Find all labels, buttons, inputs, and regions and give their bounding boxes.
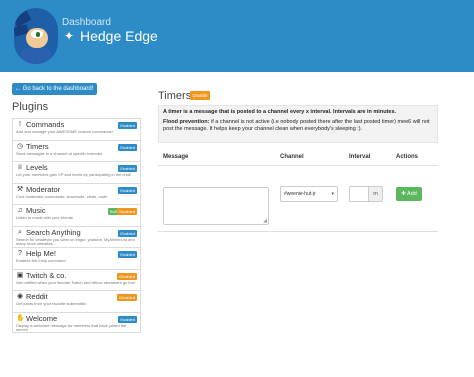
plugin-name: Timers bbox=[26, 141, 49, 151]
search-icon: ⌕ bbox=[18, 228, 22, 236]
plugin-item[interactable]: ◷ Timers Enabled Send messages in a channel… bbox=[12, 139, 141, 161]
avatar bbox=[14, 8, 58, 64]
music-icon: ♫ bbox=[17, 207, 23, 214]
status-badge: Enabled bbox=[118, 143, 137, 151]
puzzle-icon: ✦ bbox=[63, 29, 75, 43]
plugin-name: Reddit bbox=[26, 292, 48, 301]
plugin-name: Search Anything bbox=[26, 227, 81, 237]
interval-input[interactable] bbox=[349, 186, 369, 202]
plugin-name: Commands bbox=[26, 120, 65, 129]
row-divider bbox=[158, 231, 438, 232]
reddit-icon: ◉ bbox=[16, 293, 24, 300]
plugins-heading: Plugins bbox=[12, 101, 49, 113]
plugin-description: Get posts from your favorite subreddits! bbox=[16, 302, 87, 306]
resize-grip-icon[interactable]: ◢ bbox=[263, 219, 267, 224]
header-divider bbox=[158, 165, 438, 166]
exclamation-icon: ! bbox=[19, 121, 21, 128]
status-badge: Disabled bbox=[117, 272, 137, 280]
disable-button[interactable]: Disable bbox=[190, 91, 210, 100]
status-badge: Disabled bbox=[117, 294, 137, 301]
message-textarea[interactable]: ◢ bbox=[163, 187, 269, 225]
plugin-item[interactable]: ♫ Music Buff Disabled Listen to music with y… bbox=[12, 204, 141, 226]
plugin-item[interactable]: ⌕ Search Anything Enabled Search for whatev… bbox=[12, 225, 141, 247]
chevron-down-icon: ▾ bbox=[331, 191, 334, 197]
plugin-description: Search for whatever you want on imgur, y… bbox=[16, 237, 135, 246]
flood-prevention-label: Flood prevention: bbox=[163, 119, 210, 125]
plugin-description: Cool moderator commands: slowmode, clean… bbox=[16, 194, 108, 199]
status-badge: Enabled bbox=[118, 122, 137, 129]
plugin-item[interactable]: ! Commands Enabled Add and manage your AWES… bbox=[12, 118, 141, 140]
status-badge: Enabled bbox=[118, 315, 137, 323]
info-description: A timer is a message that is posted to a… bbox=[163, 109, 397, 115]
trophy-icon: ♕ bbox=[16, 164, 24, 171]
add-timer-button[interactable]: ✚ Add bbox=[396, 187, 422, 201]
status-badge: Disabled bbox=[117, 208, 137, 215]
question-icon: ? bbox=[18, 250, 22, 257]
plugin-name: Help Me! bbox=[26, 249, 57, 258]
plugin-name: Welcome bbox=[26, 313, 58, 323]
plugin-name: Twitch & co. bbox=[26, 270, 67, 280]
plugin-description: Send messages in a channel at specific i… bbox=[16, 151, 103, 156]
plugin-list: ! Commands Enabled Add and manage your AWES… bbox=[12, 118, 141, 333]
plugin-item[interactable]: ✋ Welcome Enabled Display a welcome message… bbox=[12, 311, 141, 333]
twitch-icon: ▣ bbox=[16, 271, 24, 279]
plugin-description: Listen to music with your friends bbox=[16, 216, 73, 220]
col-actions-header: Actions bbox=[396, 154, 419, 160]
back-to-dashboard-button[interactable]: ← Go back to the dashboard! bbox=[12, 83, 97, 95]
plugin-description: Display a welcome message for members th… bbox=[16, 323, 127, 332]
plugin-name: Music bbox=[26, 206, 46, 215]
channel-value: #weenie-hut-jr bbox=[284, 191, 316, 197]
top-header: Dashboard ✦ Hedge Edge bbox=[0, 0, 474, 72]
plugin-item[interactable]: ◉ Reddit Disabled Get posts from your favor… bbox=[12, 290, 141, 312]
flood-prevention-text: Flood prevention: if a channel is not ac… bbox=[163, 119, 433, 133]
clock-icon: ◷ bbox=[16, 142, 24, 150]
col-channel-header: Channel bbox=[280, 154, 304, 160]
plugin-item[interactable]: ⚒ Moderator Enabled Cool moderator commands… bbox=[12, 182, 141, 204]
col-message-header: Message bbox=[163, 154, 189, 160]
status-badge: Enabled bbox=[118, 229, 137, 237]
section-title: Timers bbox=[158, 90, 192, 102]
plugin-item[interactable]: ♕ Levels Enabled Let your members gain XP a… bbox=[12, 161, 141, 183]
dashboard-label: Dashboard bbox=[62, 17, 111, 28]
server-title: Hedge Edge bbox=[80, 28, 158, 44]
status-badge: Enabled bbox=[118, 251, 137, 258]
interval-unit: m bbox=[369, 186, 383, 202]
plugin-item[interactable]: ▣ Twitch & co. Disabled Get notified when y… bbox=[12, 268, 141, 290]
handshake-icon: ✋ bbox=[16, 314, 25, 322]
plugin-name: Moderator bbox=[26, 184, 61, 194]
status-badge: Enabled bbox=[118, 165, 137, 172]
plugin-name: Levels bbox=[26, 163, 48, 172]
plugin-description: Get notified when your favorite Twitch a… bbox=[16, 280, 136, 285]
gavel-icon: ⚒ bbox=[16, 185, 24, 193]
col-interval-header: Interval bbox=[349, 154, 371, 160]
plugin-description: Add and manage your AWESOME custom comma… bbox=[16, 130, 113, 134]
plugin-description: Enables the !help command bbox=[16, 259, 66, 263]
plugin-item[interactable]: ? Help Me! Enabled Enables the !help comman… bbox=[12, 247, 141, 269]
plugin-description: Let your members gain XP and levels by p… bbox=[16, 173, 132, 177]
channel-select[interactable]: #weenie-hut-jr ▾ bbox=[280, 186, 338, 202]
status-badge: Enabled bbox=[118, 186, 137, 194]
info-box: A timer is a message that is posted to a… bbox=[158, 105, 438, 143]
